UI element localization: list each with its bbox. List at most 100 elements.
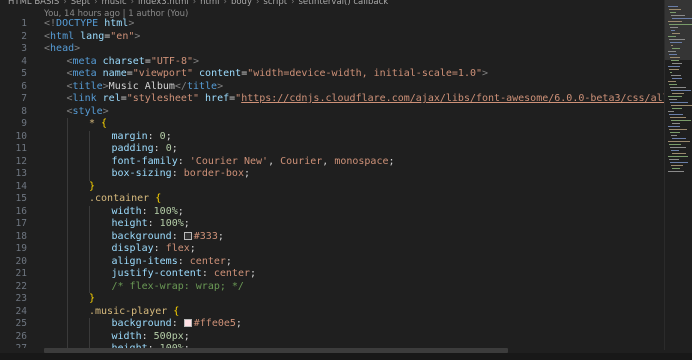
code-token: center: [189, 255, 226, 267]
code-line[interactable]: 1 <!DOCTYPE html>: [0, 18, 664, 31]
line-number[interactable]: 17: [0, 218, 27, 231]
code-text: <link rel="stylesheet" href="https://cdn…: [67, 93, 665, 106]
line-number[interactable]: 23: [0, 293, 27, 306]
code-text: background: #333;: [112, 231, 224, 244]
code-token: :: [177, 255, 190, 267]
code-token: border-box: [183, 168, 244, 179]
code-text: height: 100%;: [112, 218, 190, 231]
line-number[interactable]: 3: [0, 43, 27, 56]
code-token: link: [72, 93, 97, 104]
indent-guide: [89, 230, 90, 243]
code-token: ;: [225, 255, 232, 267]
breadcrumb-item[interactable]: HTML BASIS: [8, 0, 59, 7]
line-number[interactable]: 8: [0, 106, 27, 119]
line-number[interactable]: 7: [0, 93, 27, 106]
code-text: * {: [89, 118, 107, 131]
breadcrumb-item[interactable]: Sept: [71, 0, 90, 7]
breadcrumb-item[interactable]: index3.html: [138, 0, 189, 7]
code-token: "viewport": [132, 68, 193, 79]
code-token: ;: [165, 130, 172, 142]
code-token: style: [72, 105, 103, 117]
line-number[interactable]: 10: [0, 131, 27, 144]
code-line[interactable]: 19 display: flex;: [0, 243, 664, 256]
code-line[interactable]: 25 background: #ffe0e5;: [0, 318, 664, 331]
code-line[interactable]: 7 <link rel="stylesheet" href="https://cd…: [0, 93, 664, 106]
code-token: head: [50, 43, 75, 54]
code-token: ,: [268, 155, 281, 167]
code-token: ;: [171, 143, 178, 154]
line-number[interactable]: 5: [0, 68, 27, 81]
code-token: :: [147, 218, 160, 229]
minimap-line: [668, 141, 690, 142]
code-line[interactable]: 5 <meta name="viewport" content="width=de…: [0, 68, 664, 81]
line-number[interactable]: 6: [0, 81, 27, 94]
color-swatch[interactable]: [183, 319, 192, 327]
line-number[interactable]: 9: [0, 118, 27, 131]
line-number[interactable]: 25: [0, 318, 27, 331]
breadcrumb-item[interactable]: body: [231, 0, 252, 7]
code-line[interactable]: 4 <meta charset="UTF-8">: [0, 56, 664, 69]
code-token: 100%: [153, 205, 178, 217]
code-line[interactable]: 26 width: 500px;: [0, 330, 664, 344]
indent-guide: [66, 180, 68, 193]
breadcrumb-item[interactable]: setInterval() callback: [298, 0, 388, 7]
breadcrumb-item[interactable]: music: [101, 0, 126, 7]
line-number[interactable]: 18: [0, 231, 27, 244]
indent-guide: [89, 268, 90, 281]
code-token: center: [213, 268, 250, 279]
code-line[interactable]: 6 <title>Music Album</title>: [0, 81, 664, 94]
code-token: :: [171, 318, 184, 329]
code-token: .container: [89, 193, 156, 204]
breadcrumb-item[interactable]: html: [200, 0, 219, 7]
code-line[interactable]: 23}: [0, 293, 664, 306]
line-number[interactable]: 19: [0, 243, 27, 256]
indent-guide: [89, 205, 90, 218]
code-editor[interactable]: 1 <!DOCTYPE html> 2 <html lang="en"> 3 <head>…: [0, 18, 664, 348]
indent-guide: [66, 268, 68, 281]
code-line[interactable]: 9 * {: [0, 118, 664, 131]
code-line[interactable]: 24 .music-player {: [0, 305, 664, 319]
line-number[interactable]: 14: [0, 181, 27, 194]
code-line[interactable]: 15 .container {: [0, 193, 664, 206]
code-text: <meta name="viewport" content="width=dev…: [67, 68, 489, 81]
line-number[interactable]: 4: [0, 56, 27, 69]
code-line[interactable]: 21 justify-content: center;: [0, 268, 664, 281]
line-number[interactable]: 2: [0, 31, 27, 44]
line-number[interactable]: 20: [0, 256, 27, 269]
line-number[interactable]: 13: [0, 168, 27, 181]
code-line[interactable]: 11 padding: 0;: [0, 143, 664, 156]
code-line[interactable]: 16 width: 100%;: [0, 205, 664, 219]
minimap[interactable]: [664, 0, 692, 350]
line-number[interactable]: 12: [0, 156, 27, 169]
line-number[interactable]: 24: [0, 306, 27, 319]
code-line[interactable]: 20 align-items: center;: [0, 255, 664, 269]
breadcrumb-item[interactable]: script: [263, 0, 287, 7]
code-line[interactable]: 12 font-family: 'Courier New', Courier, m…: [0, 155, 664, 169]
code-text: /* flex-wrap: wrap; */: [112, 281, 244, 294]
line-number[interactable]: 16: [0, 206, 27, 219]
code-line[interactable]: 3 <head>: [0, 43, 664, 56]
minimap-line: [669, 84, 677, 85]
code-line[interactable]: 8 <style>: [0, 106, 664, 119]
code-line[interactable]: 18 background: #333;: [0, 230, 664, 244]
line-number[interactable]: 21: [0, 268, 27, 281]
line-number[interactable]: 15: [0, 193, 27, 206]
code-line[interactable]: 13 box-sizing: border-box;: [0, 168, 664, 181]
code-text: <meta charset="UTF-8">: [67, 56, 200, 69]
line-number[interactable]: 27: [0, 343, 27, 348]
code-line[interactable]: 10 margin: 0;: [0, 130, 664, 144]
minimap-line: [671, 150, 679, 151]
minimap-line: [668, 171, 684, 172]
line-number[interactable]: 11: [0, 143, 27, 156]
line-number[interactable]: 1: [0, 18, 27, 31]
code-line[interactable]: 22 /* flex-wrap: wrap; */: [0, 280, 664, 294]
line-number[interactable]: 26: [0, 331, 27, 344]
code-line[interactable]: 2 <html lang="en">: [0, 31, 664, 44]
line-number[interactable]: 22: [0, 281, 27, 294]
minimap-line: [668, 51, 676, 52]
indent-guide: [89, 318, 90, 331]
color-swatch[interactable]: [183, 231, 192, 240]
code-line[interactable]: 17 height: 100%;: [0, 218, 664, 231]
code-line[interactable]: 14}: [0, 180, 664, 194]
indent-guide: [66, 168, 68, 181]
